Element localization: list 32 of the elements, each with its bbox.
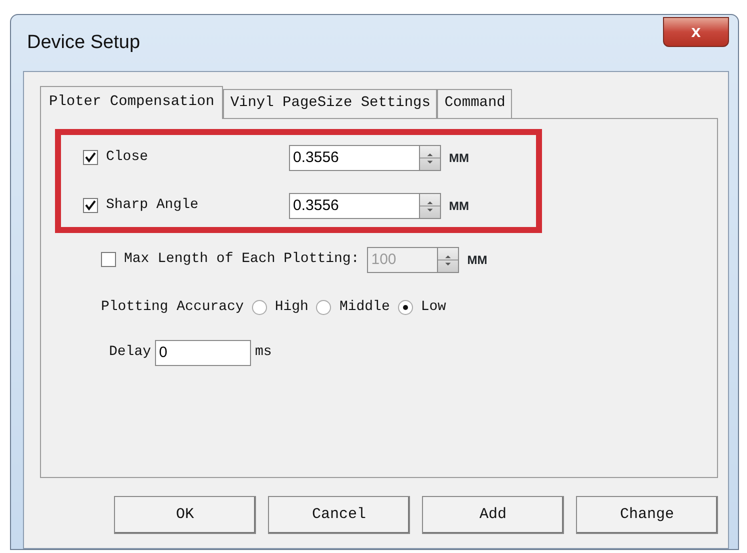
dialog-button[interactable]: Cancel bbox=[268, 496, 410, 534]
checkbox[interactable] bbox=[83, 198, 98, 214]
field-label: Max Length of Each Plotting: bbox=[124, 250, 360, 270]
dialog-button[interactable]: Change bbox=[576, 496, 718, 534]
unit-label: ms bbox=[255, 343, 272, 362]
number-field[interactable]: 0.3556 bbox=[289, 144, 419, 171]
radio-button[interactable] bbox=[252, 300, 267, 315]
spin-buttons[interactable] bbox=[437, 246, 460, 273]
window-title: Device Setup bbox=[26, 30, 140, 55]
dialog-button[interactable]: OK bbox=[114, 496, 256, 534]
radio-button[interactable] bbox=[398, 300, 413, 315]
radio-button[interactable] bbox=[316, 300, 332, 315]
dialog-button[interactable]: Add bbox=[422, 496, 564, 534]
number-field[interactable]: 0.3556 bbox=[289, 192, 419, 219]
option-label: High bbox=[274, 298, 308, 317]
close-button[interactable]: x bbox=[663, 17, 729, 47]
checkbox[interactable] bbox=[83, 150, 98, 166]
field-label: Close bbox=[106, 148, 150, 168]
field-label: Plotting Accuracy bbox=[101, 298, 244, 317]
tab[interactable]: Vinyl PageSize Settings bbox=[223, 89, 438, 118]
field-label: Delay bbox=[109, 343, 152, 362]
option-label: Low bbox=[420, 298, 446, 317]
delay-field[interactable]: 0 bbox=[155, 340, 252, 366]
field-label: Sharp Angle bbox=[106, 196, 200, 216]
spin-buttons[interactable] bbox=[419, 144, 441, 171]
tab[interactable]: Command bbox=[437, 89, 512, 118]
unit-label: MM bbox=[449, 198, 469, 215]
spin-buttons[interactable] bbox=[419, 192, 441, 219]
unit-label: MM bbox=[467, 252, 488, 269]
option-label: Middle bbox=[339, 298, 390, 317]
unit-label: MM bbox=[449, 150, 469, 167]
tab[interactable]: Ploter Compensation bbox=[40, 86, 224, 119]
